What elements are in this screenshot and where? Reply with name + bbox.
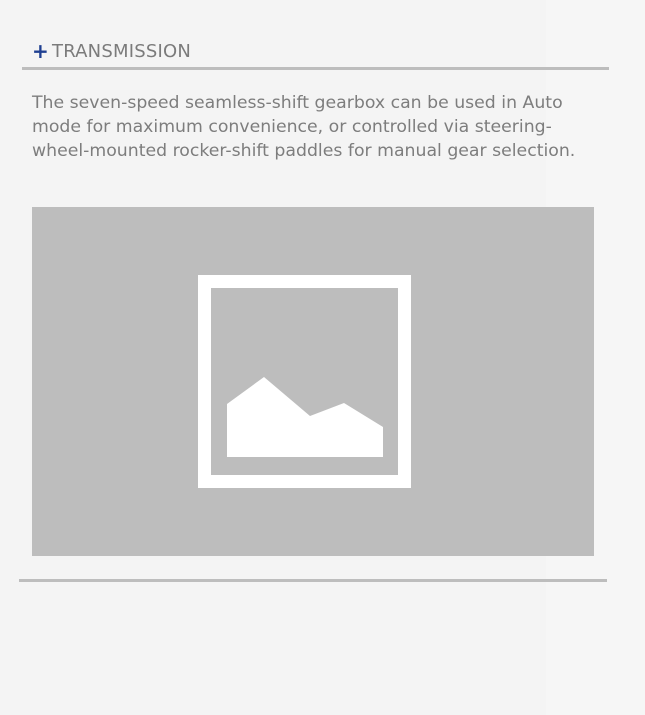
plus-icon[interactable]: + (32, 41, 49, 61)
section-description: The seven-speed seamless-shift gearbox c… (32, 93, 576, 161)
image-placeholder-icon (198, 275, 411, 488)
section-divider-top (22, 67, 609, 70)
section-divider-bottom (19, 579, 607, 582)
section-image (32, 207, 594, 556)
accordion-header-transmission[interactable]: + TRANSMISSION (32, 38, 191, 64)
section-title: TRANSMISSION (52, 40, 192, 62)
